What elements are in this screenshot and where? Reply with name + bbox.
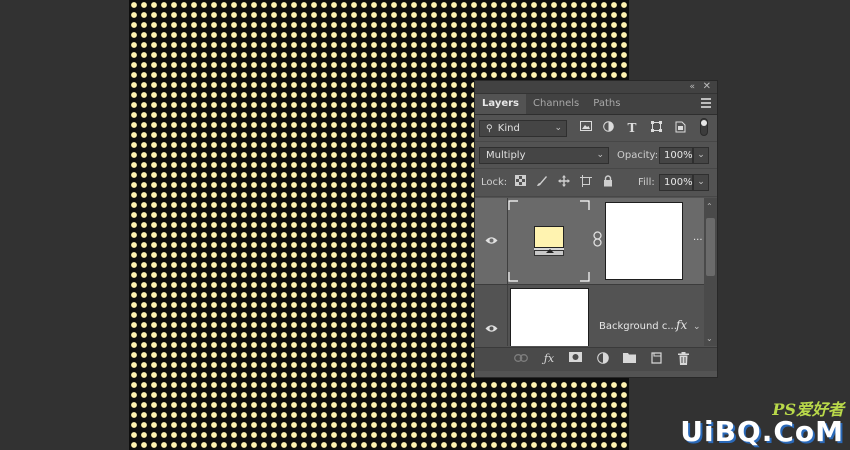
lock-transparent-icon[interactable] bbox=[513, 175, 527, 189]
panel-tabs: Layers Channels Paths bbox=[475, 94, 717, 115]
image-filter-icon[interactable] bbox=[579, 121, 593, 135]
scroll-thumb[interactable] bbox=[706, 218, 715, 276]
panel-titlebar: « ✕ bbox=[475, 81, 717, 94]
eye-icon[interactable] bbox=[484, 324, 498, 334]
filter-row: ⚲ Kind ⌄ T bbox=[475, 115, 717, 142]
lock-label: Lock: bbox=[481, 177, 508, 188]
lock-position-icon[interactable] bbox=[557, 175, 571, 189]
layers-list: ... Background c... fx ⌄ bbox=[475, 198, 705, 346]
mask-icon[interactable] bbox=[567, 352, 583, 366]
lock-artboard-icon[interactable] bbox=[579, 175, 593, 189]
search-icon: ⚲ bbox=[486, 124, 493, 134]
adjustment-icon[interactable] bbox=[595, 352, 611, 366]
layer-name[interactable]: Background c... bbox=[599, 321, 677, 332]
scroll-up-icon[interactable]: ⌃ bbox=[706, 202, 713, 211]
panel-menu-icon[interactable] bbox=[701, 98, 711, 108]
fill-label: Fill: bbox=[638, 177, 655, 188]
lock-image-icon[interactable] bbox=[535, 175, 549, 189]
layers-scrollbar[interactable]: ⌃ ⌄ bbox=[704, 198, 717, 346]
kind-label: Kind bbox=[497, 123, 520, 134]
fill-input[interactable]: 100% ⌄ bbox=[659, 174, 709, 191]
close-icon[interactable]: ✕ bbox=[703, 81, 711, 93]
panel-footer: ƒx bbox=[475, 347, 717, 371]
folder-icon[interactable] bbox=[621, 352, 637, 366]
background-thumbnail[interactable] bbox=[510, 288, 589, 346]
watermark-logo: UiBQ.CoM bbox=[680, 415, 844, 448]
trash-icon[interactable] bbox=[675, 352, 691, 366]
eye-icon[interactable] bbox=[484, 236, 498, 246]
opacity-dropdown-icon[interactable]: ⌄ bbox=[693, 147, 709, 164]
tab-layers[interactable]: Layers bbox=[475, 94, 526, 114]
filter-toggle-icon[interactable] bbox=[697, 118, 711, 136]
color-swatch-icon bbox=[534, 226, 564, 256]
fx-icon[interactable]: fx bbox=[676, 318, 687, 332]
tab-channels[interactable]: Channels bbox=[526, 94, 586, 114]
collapse-icon[interactable]: « bbox=[689, 81, 695, 93]
opacity-label: Opacity: bbox=[617, 150, 659, 161]
type-filter-icon[interactable]: T bbox=[625, 121, 639, 135]
tab-paths[interactable]: Paths bbox=[586, 94, 627, 114]
adjustment-thumbnail[interactable] bbox=[508, 200, 590, 282]
layers-panel: « ✕ Layers Channels Paths ⚲ Kind ⌄ T Mul… bbox=[474, 80, 718, 378]
layer-row-adjustment[interactable]: ... bbox=[475, 198, 705, 285]
adjustment-filter-icon[interactable] bbox=[601, 121, 615, 135]
kind-filter-select[interactable]: ⚲ Kind ⌄ bbox=[479, 120, 567, 137]
blend-mode-value: Multiply bbox=[486, 150, 526, 161]
chevron-down-icon: ⌄ bbox=[596, 150, 604, 160]
opacity-value: 100% bbox=[664, 150, 693, 161]
link-layers-icon[interactable] bbox=[513, 352, 529, 366]
smart-object-filter-icon[interactable] bbox=[673, 121, 687, 135]
new-layer-icon[interactable] bbox=[648, 352, 664, 366]
opacity-input[interactable]: 100% ⌄ bbox=[659, 147, 709, 164]
shape-filter-icon[interactable] bbox=[649, 121, 663, 135]
lock-all-icon[interactable] bbox=[601, 175, 615, 189]
scroll-down-icon[interactable]: ⌄ bbox=[706, 334, 713, 343]
fx-icon[interactable]: ƒx bbox=[541, 352, 557, 366]
layer-row-background[interactable]: Background c... fx ⌄ bbox=[475, 285, 705, 346]
chevron-down-icon[interactable]: ⌄ bbox=[693, 322, 701, 332]
blend-row: Multiply ⌄ Opacity: 100% ⌄ bbox=[475, 142, 717, 169]
link-icon[interactable] bbox=[593, 231, 602, 247]
chevron-down-icon: ⌄ bbox=[554, 123, 562, 133]
layer-mask-thumbnail[interactable] bbox=[605, 202, 683, 280]
layer-name-truncated[interactable]: ... bbox=[693, 232, 703, 243]
fill-value: 100% bbox=[664, 177, 693, 188]
fill-dropdown-icon[interactable]: ⌄ bbox=[693, 174, 709, 191]
lock-row: Lock: Fill: 100% ⌄ bbox=[475, 169, 717, 197]
blend-mode-select[interactable]: Multiply ⌄ bbox=[479, 147, 609, 164]
